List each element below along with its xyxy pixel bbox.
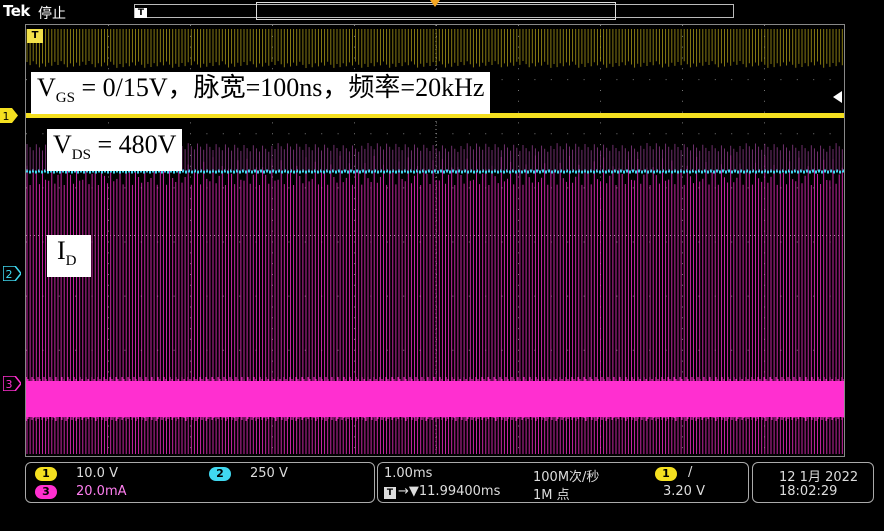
acquisition-status: 停止 (38, 6, 66, 22)
vds-label-sub: DS (71, 147, 91, 163)
datetime-panel: 12 1月 2022 18:02:29 (752, 462, 874, 503)
trigger-time-icon: T (27, 29, 43, 43)
vgs-label-rest: = 0/15V，脉宽=100ns，频率=20kHz (74, 73, 485, 102)
ch3-scale: 20.0mA (76, 484, 127, 499)
ch3-marker-label: 3 (6, 378, 13, 391)
id-label-main: I (57, 236, 66, 265)
ch1-scale: 10.0 V (76, 466, 118, 481)
vgs-trace-spikes (26, 29, 843, 68)
vds-label-rest: = 480V (90, 130, 177, 159)
trigger-position-marker: T (135, 8, 147, 18)
ch3-chip: 3 (35, 485, 57, 499)
waveform-graticule[interactable]: VGS = 0/15V，脉宽=100ns，频率=20kHz VDS = 480V… (25, 24, 845, 457)
ch1-ground-marker[interactable]: 1 (0, 108, 18, 123)
brand-logo: Tek (3, 2, 30, 20)
vds-annotation: VDS = 480V (47, 129, 183, 171)
vgs-label-sub: GS (55, 90, 75, 106)
horizontal-trigger-panel[interactable]: 1.00ms T →▼11.99400ms 100M次/秒 1M 点 1 / 3… (377, 462, 749, 503)
id-annotation: ID (47, 235, 91, 277)
ch3-ground-marker[interactable]: 3 (3, 376, 21, 391)
trigger-level-icon[interactable] (833, 91, 842, 103)
trigger-source-chip: 1 (655, 467, 677, 481)
vgs-label-main: V (37, 73, 56, 102)
expansion-point-icon (430, 0, 440, 7)
date: 12 1月 2022 (779, 470, 859, 485)
ch2-chip: 2 (209, 467, 231, 481)
record-length: 1M 点 (533, 488, 570, 503)
ch1-marker-label: 1 (3, 110, 10, 123)
vds-trace (26, 169, 844, 174)
vds-label-main: V (53, 130, 72, 159)
sample-rate: 100M次/秒 (533, 470, 600, 485)
id-label-sub: D (65, 253, 77, 269)
vgs-annotation: VGS = 0/15V，脉宽=100ns，频率=20kHz (31, 72, 491, 114)
trigger-offset-icon: T (384, 487, 396, 499)
timebase: 1.00ms (384, 466, 433, 481)
top-status-bar: Tek 停止 T (0, 0, 884, 22)
trigger-level: 3.20 V (663, 484, 705, 499)
ch2-marker-label: 2 (6, 268, 13, 281)
horizontal-position: →▼11.99400ms (398, 484, 501, 499)
ch1-chip: 1 (35, 467, 57, 481)
rising-edge-icon: / (688, 465, 693, 480)
ch2-scale: 250 V (250, 466, 288, 481)
ch2-ground-marker[interactable]: 2 (3, 266, 21, 281)
vertical-scale-panel[interactable]: 1 10.0 V 2 250 V 3 20.0mA (25, 462, 375, 503)
readout-panel: 1 10.0 V 2 250 V 3 20.0mA 1.00ms T →▼11.… (0, 458, 884, 531)
time: 18:02:29 (779, 484, 838, 499)
